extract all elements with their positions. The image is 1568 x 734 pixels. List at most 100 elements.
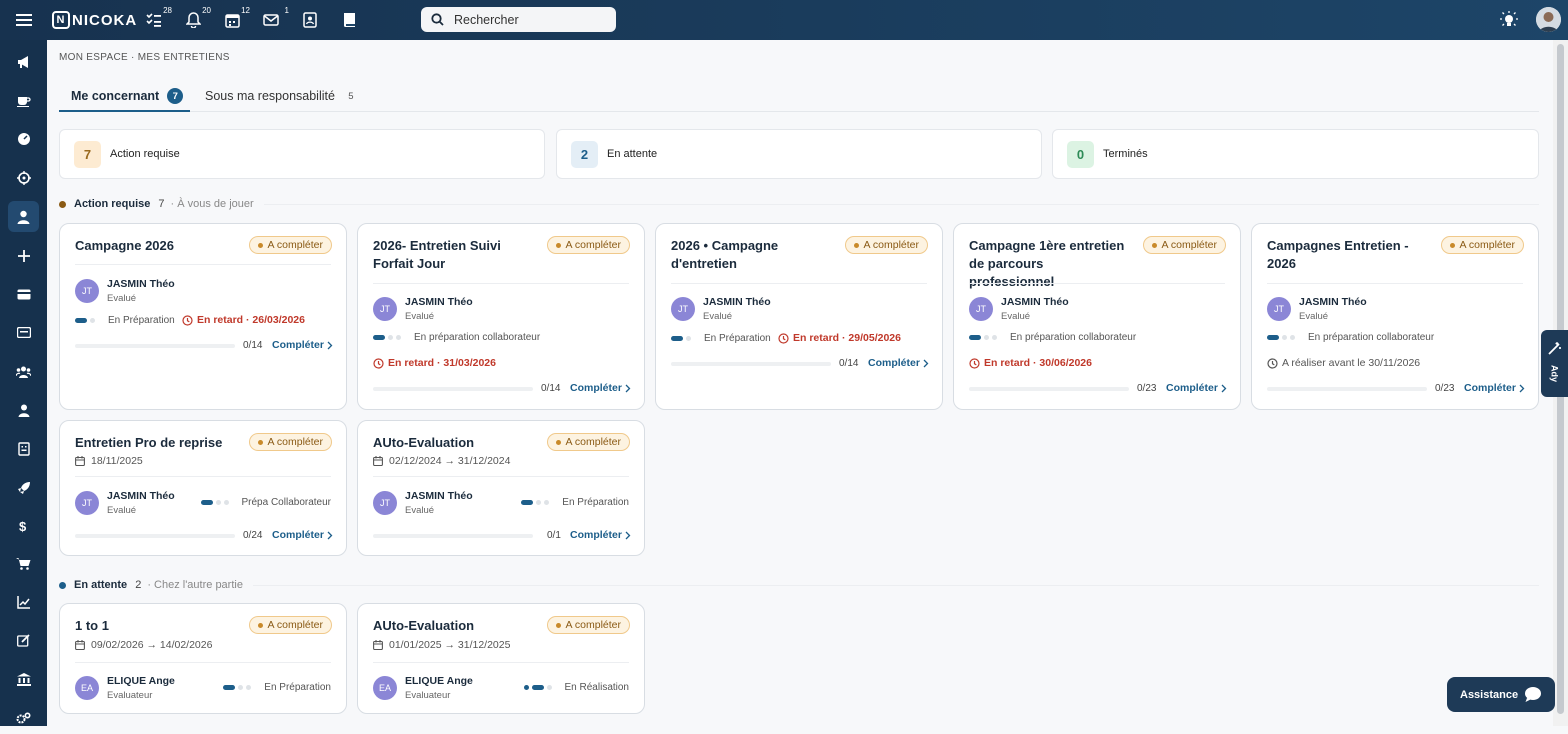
sidebar-item-reports[interactable] — [8, 587, 39, 618]
contacts-icon[interactable] — [300, 10, 320, 30]
person-role: Evaluateur — [107, 690, 153, 701]
stage-label: En préparation collaborateur — [1308, 332, 1435, 343]
card-divider — [969, 283, 1225, 284]
interview-card[interactable]: Campagne 1ère entretien de parcours prof… — [953, 223, 1241, 410]
magic-wand-icon — [1548, 342, 1561, 355]
assistance-button[interactable]: Assistance — [1447, 677, 1555, 712]
sidebar-item-target[interactable] — [8, 162, 39, 193]
person-name: JASMIN Théo — [703, 296, 771, 308]
stat-action-requise[interactable]: 7 Action requise — [59, 129, 545, 179]
credit-card-icon — [17, 289, 30, 300]
interview-card[interactable]: Entretien Pro de reprise A compléter 18/… — [59, 420, 347, 556]
complete-link[interactable]: Compléter — [272, 529, 333, 541]
sidebar-item-team[interactable] — [8, 356, 39, 387]
status-badge: A compléter — [1142, 236, 1226, 254]
app-logo[interactable]: N NICOKA — [52, 10, 137, 30]
complete-link[interactable]: Compléter — [1464, 382, 1525, 394]
user-icon — [17, 210, 30, 224]
section-header-action-requise: Action requise 7 · À vous de jouer — [59, 198, 1539, 210]
clock-icon — [778, 332, 789, 344]
progress-count: 0/14 — [541, 383, 561, 394]
sidebar-item-person[interactable] — [8, 395, 39, 426]
complete-link[interactable]: Compléter — [1166, 382, 1227, 394]
complete-link[interactable]: Compléter — [570, 529, 631, 541]
sidebar-item-bank[interactable] — [8, 664, 39, 695]
progress-bar — [75, 534, 235, 538]
sidebar-item-profile[interactable] — [8, 201, 39, 232]
chevron-right-icon — [1221, 384, 1227, 392]
lightbulb-icon[interactable] — [1499, 10, 1519, 30]
tasks-icon[interactable]: 28 — [144, 6, 172, 30]
search-placeholder: Rechercher — [454, 12, 519, 27]
status-badge: A compléter — [248, 236, 332, 254]
stage-progress-dots — [523, 685, 555, 690]
search-input[interactable]: Rechercher — [421, 7, 616, 32]
sidebar-item-cart[interactable] — [8, 548, 39, 579]
progress-bar — [75, 344, 235, 348]
tab-sous-ma-responsabilite[interactable]: Sous ma responsabilité 5 — [205, 84, 359, 108]
mail-icon[interactable]: 1 — [261, 6, 289, 30]
bell-icon[interactable]: 20 — [183, 6, 211, 30]
mail-badge: 1 — [284, 6, 289, 15]
sidebar-item-finance[interactable]: $ — [8, 510, 39, 541]
complete-link[interactable]: Compléter — [868, 357, 929, 369]
interview-card[interactable]: Campagne 2026 A compléter JT JASMIN Théo… — [59, 223, 347, 410]
ady-side-tab[interactable]: Ady — [1541, 330, 1568, 397]
tabs: Me concernant 7 Sous ma responsabilité 5 — [59, 80, 1539, 112]
card-divider — [75, 662, 331, 663]
sidebar-item-building[interactable] — [8, 433, 39, 464]
stat-label: Action requise — [110, 148, 180, 160]
stage-label: En Préparation — [264, 682, 331, 693]
menu-icon[interactable] — [14, 10, 34, 30]
sidebar-item-dashboard[interactable] — [8, 123, 39, 154]
coffee-icon — [16, 96, 31, 107]
clock-icon — [1267, 357, 1278, 369]
progress-count: 0/1 — [547, 530, 561, 541]
person-role: Evalué — [703, 311, 733, 322]
id-card-icon — [16, 327, 31, 338]
interview-card[interactable]: 2026 • Campagne d'entretien A compléter … — [655, 223, 943, 410]
progress-bar — [373, 534, 533, 538]
complete-link[interactable]: Compléter — [570, 382, 631, 394]
interview-card[interactable]: 1 to 1 A compléter 09/02/2026 → 14/02/20… — [59, 603, 347, 714]
complete-link[interactable]: Compléter — [272, 339, 333, 351]
interview-card[interactable]: 2026- Entretien Suivi Forfait Jour A com… — [357, 223, 645, 410]
stat-termines[interactable]: 0 Terminés — [1052, 129, 1539, 179]
interview-card[interactable]: AUto-Evaluation A compléter 02/12/2024 →… — [357, 420, 645, 556]
person-role: Evaluateur — [405, 690, 451, 701]
gears-icon — [16, 712, 31, 724]
book-icon[interactable] — [339, 10, 359, 30]
sidebar-item-add[interactable] — [8, 240, 39, 271]
tab-me-concernant[interactable]: Me concernant 7 — [71, 84, 184, 108]
interview-card[interactable]: AUto-Evaluation A compléter 01/01/2025 →… — [357, 603, 645, 714]
person-name: JASMIN Théo — [1299, 296, 1367, 308]
stage-progress-dots — [223, 685, 254, 690]
status-badge: A compléter — [546, 433, 630, 451]
progress-bar — [671, 362, 831, 366]
stage: En Réalisation — [523, 682, 629, 693]
sidebar-item-settings[interactable] — [8, 703, 39, 734]
sidebar-item-card[interactable] — [8, 279, 39, 310]
calendar-icon[interactable]: 12 — [222, 6, 250, 30]
sidebar-item-id-card[interactable] — [8, 317, 39, 348]
interview-card[interactable]: Campagnes Entretien - 2026 A compléter J… — [1251, 223, 1539, 410]
section-dot — [59, 581, 66, 589]
stage: En préparation collaborateur — [969, 332, 1136, 343]
sidebar-item-announcements[interactable] — [8, 46, 39, 77]
sidebar-item-edit[interactable] — [8, 625, 39, 656]
stage-label: En préparation collaborateur — [1010, 332, 1137, 343]
stat-en-attente[interactable]: 2 En attente — [556, 129, 1042, 179]
sidebar-item-coffee[interactable] — [8, 85, 39, 116]
card-divider — [373, 476, 629, 477]
stage-label: En préparation collaborateur — [414, 332, 541, 343]
user-avatar[interactable] — [1536, 7, 1561, 32]
person: JT JASMIN Théo Evalué — [373, 490, 473, 516]
late-text: En retard · 26/03/2026 — [197, 314, 305, 326]
section-title: En attente — [74, 579, 128, 591]
late-text: En retard · 31/03/2026 — [388, 357, 496, 369]
stage: En Préparation — [223, 682, 331, 693]
sidebar-item-rocket[interactable] — [8, 472, 39, 503]
card-divider — [373, 283, 629, 284]
stage-label: En Préparation — [108, 315, 175, 326]
person-name: JASMIN Théo — [107, 278, 175, 290]
